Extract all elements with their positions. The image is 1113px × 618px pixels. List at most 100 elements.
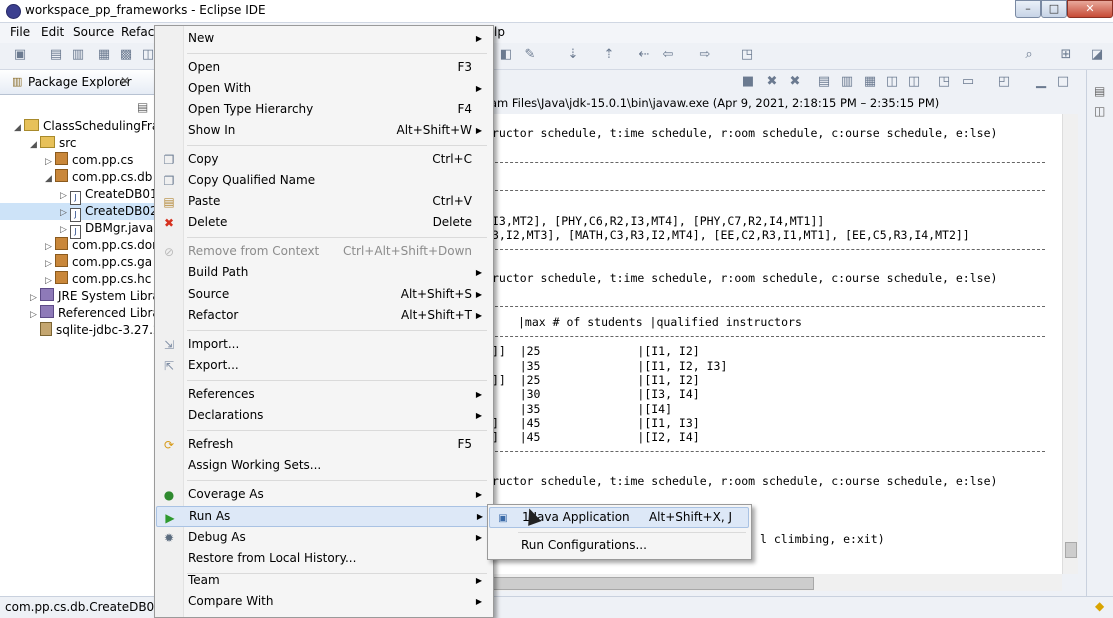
tree-item[interactable]: ▷ com.pp.cs	[0, 152, 160, 169]
terminate-icon[interactable]: ■	[740, 74, 756, 90]
console-header: am Files\Java\jdk-15.0.1\bin\javaw.exe (…	[490, 96, 940, 110]
menu-item-run-configurations[interactable]: Run Configurations...	[489, 535, 747, 556]
clear-console-icon[interactable]: ▤	[816, 74, 832, 90]
word-wrap-icon[interactable]: ▦	[862, 74, 878, 90]
tree-item[interactable]: ▷ J CreateDB01.	[0, 186, 161, 205]
tree-item[interactable]: sqlite-jdbc-3.27.2.j	[0, 322, 168, 339]
close-button[interactable]: ✕	[1067, 0, 1113, 18]
open-type-icon[interactable]: ◧	[498, 47, 514, 63]
menu-separator	[187, 380, 487, 381]
menu-separator	[187, 145, 487, 146]
menu-item-refresh[interactable]: ⟳ Refresh F5	[156, 434, 490, 455]
console-divider	[490, 451, 1045, 452]
package-tree: ◢ ClassSchedulingFram ◢ src ▷ com.pp.cs ◢ co…	[0, 118, 172, 339]
minimize-view-icon[interactable]: ▁	[1033, 74, 1049, 90]
menu-item-import[interactable]: ⇲ Import...	[156, 334, 490, 355]
menu-edit[interactable]: Edit	[41, 25, 64, 39]
scrollbar-thumb[interactable]	[1065, 542, 1077, 558]
pin-icon[interactable]: ◳	[739, 47, 755, 63]
paste-icon: ▤	[163, 195, 175, 209]
folder-icon	[40, 136, 55, 148]
remove-all-icon[interactable]: ✖	[787, 74, 803, 90]
tree-item[interactable]: ▷ com.pp.cs.hc	[0, 271, 160, 288]
tree-item[interactable]: ▷ com.pp.cs.ga	[0, 254, 160, 271]
console-line: |35 |[I4]	[492, 402, 673, 416]
remove-launch-icon[interactable]: ✖	[764, 74, 780, 90]
prev-annotation-icon[interactable]: ⇡	[601, 47, 617, 63]
menu-item-show-in[interactable]: Show In Alt+Shift+W ▶	[156, 120, 490, 141]
menu-item-open-type-hierarchy[interactable]: Open Type Hierarchy F4	[156, 99, 490, 120]
tree-item[interactable]: ▷ J DBMgr.java	[0, 220, 160, 239]
menu-item-open-with[interactable]: Open With ▶	[156, 78, 490, 99]
menu-file[interactable]: File	[10, 25, 30, 39]
menu-item-new[interactable]: New ▶	[156, 28, 490, 49]
restore-icon[interactable]: ▤	[1094, 84, 1105, 98]
open-perspective-icon[interactable]: ⊞	[1058, 47, 1074, 63]
menu-item-copy-qualified-name[interactable]: ❐ Copy Qualified Name	[156, 170, 490, 191]
tree-item[interactable]: ▷ com.pp.cs.dom	[0, 237, 164, 254]
minimize-button[interactable]: –	[1015, 0, 1041, 18]
package-explorer-title: Package Explorer	[28, 75, 132, 89]
toggle-icon[interactable]: ▦	[96, 47, 112, 63]
save-all-icon[interactable]: ▥	[70, 47, 86, 63]
tip-icon[interactable]: ◆	[1095, 599, 1104, 613]
context-menu: New ▶ Open F3 Open With ▶ Open Type Hierarc…	[154, 25, 494, 618]
tree-item[interactable]: ▷ JRE System Library	[0, 288, 172, 305]
menu-item-assign-working-sets[interactable]: Assign Working Sets...	[156, 455, 490, 476]
menu-item-delete[interactable]: ✖ Delete Delete	[156, 212, 490, 233]
next-annotation-icon[interactable]: ⇣	[565, 47, 581, 63]
menu-item-export[interactable]: ⇱ Export...	[156, 355, 490, 376]
menu-item-declarations[interactable]: Declarations ▶	[156, 405, 490, 426]
save-icon[interactable]: ▤	[48, 47, 64, 63]
tree-item[interactable]: ◢ ClassSchedulingFram	[0, 118, 171, 135]
tree-item[interactable]: ◢ com.pp.cs.db	[0, 169, 160, 186]
search-tool-icon[interactable]: ✎	[522, 47, 538, 63]
console-vertical-scrollbar[interactable]	[1062, 114, 1078, 574]
maximize-view-icon[interactable]: □	[1055, 74, 1071, 90]
menu-item-compare-with[interactable]: Compare With ▶	[156, 591, 490, 612]
menu-item-refactor[interactable]: Refactor Alt+Shift+T ▶	[156, 305, 490, 326]
package-explorer-tab[interactable]: ▥ Package Explorer ✕	[0, 70, 160, 95]
show-stdout-icon[interactable]: ◫	[884, 74, 900, 90]
display-console-icon[interactable]: ▭	[960, 74, 976, 90]
search-icon[interactable]: ⌕	[1021, 47, 1037, 63]
export-icon: ⇱	[163, 359, 175, 373]
view-menu-icon[interactable]: ▤	[137, 100, 148, 114]
pin-console-icon[interactable]: ◳	[936, 74, 952, 90]
scroll-lock-icon[interactable]: ▥	[839, 74, 855, 90]
forward-icon[interactable]: ⇨	[697, 47, 713, 63]
menu-item-open[interactable]: Open F3	[156, 57, 490, 78]
menu-source[interactable]: Source	[73, 25, 114, 39]
scrollbar-thumb[interactable]	[490, 577, 814, 590]
console-horizontal-scrollbar[interactable]	[490, 574, 1062, 591]
console-divider	[490, 249, 1045, 250]
tree-item[interactable]: ▷ Referenced Librari	[0, 305, 168, 322]
title-bar: workspace_pp_frameworks - Eclipse IDE – …	[0, 0, 1113, 23]
close-tab-icon[interactable]: ✕	[120, 74, 130, 88]
menu-item-references[interactable]: References ▶	[156, 384, 490, 405]
menu-item-source[interactable]: Source Alt+Shift+S ▶	[156, 284, 490, 305]
tree-item[interactable]: ◢ src	[0, 135, 160, 152]
menu-item-restore-history[interactable]: Restore from Local History...	[156, 548, 490, 569]
menu-item-team[interactable]: Team ▶	[156, 570, 490, 591]
menu-item-copy[interactable]: ❐ Copy Ctrl+C	[156, 149, 490, 170]
java-perspective-icon[interactable]: ◪	[1089, 47, 1105, 63]
last-edit-icon[interactable]: ⇠	[636, 47, 652, 63]
outline-icon[interactable]: ◫	[1094, 104, 1105, 118]
menu-item-run-as[interactable]: ▶ Run As ▶	[156, 506, 492, 527]
menu-item-build-path[interactable]: Build Path ▶	[156, 262, 490, 283]
new-icon[interactable]: ▣	[12, 47, 28, 63]
console-line: |30 |[I3, I4]	[492, 387, 700, 401]
back-icon[interactable]: ⇦	[660, 47, 676, 63]
menu-item-paste[interactable]: ▤ Paste Ctrl+V	[156, 191, 490, 212]
menu-item-debug-as[interactable]: ✹ Debug As ▶	[156, 527, 490, 548]
package-icon	[55, 152, 68, 165]
menu-item-coverage-as[interactable]: ● Coverage As ▶	[156, 484, 490, 505]
show-stderr-icon[interactable]: ◫	[906, 74, 922, 90]
maximize-button[interactable]: □	[1041, 0, 1067, 18]
menu-help[interactable]: lp	[494, 25, 505, 39]
terminal-icon[interactable]: ▩	[118, 47, 134, 63]
package-explorer: ▥ Package Explorer ✕ ▤ ◢ ClassSchedulingF…	[0, 70, 172, 600]
open-console-icon[interactable]: ◰	[996, 74, 1012, 90]
tree-item-selected[interactable]: ▷ J CreateDB02.	[0, 203, 161, 222]
